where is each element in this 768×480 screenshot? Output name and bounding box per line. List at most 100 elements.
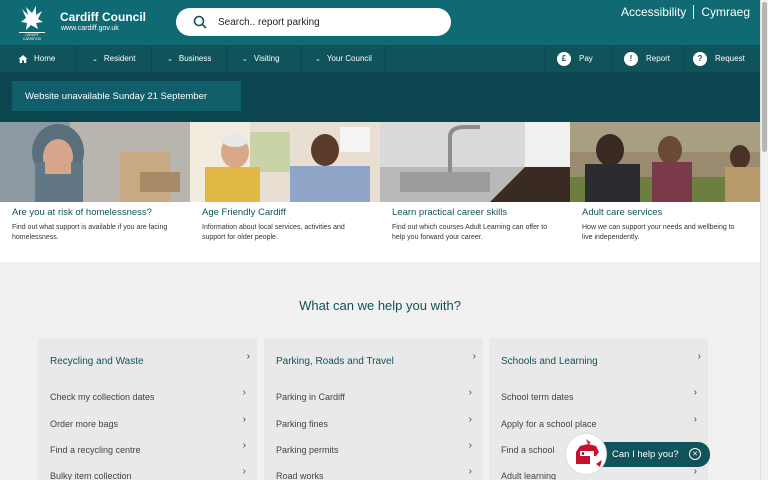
feature-image-homelessness[interactable] (0, 122, 190, 202)
card-link-label: Parking in Cardiff (276, 392, 345, 402)
dragon-mascot-icon[interactable] (565, 433, 607, 475)
cymraeg-link[interactable]: Cymraeg (701, 5, 750, 19)
feature-image-adult-care[interactable] (570, 122, 760, 202)
feature-title[interactable]: Are you at risk of homelessness? (12, 207, 192, 218)
card-link-label: Apply for a school place (501, 419, 597, 429)
nav-visiting[interactable]: ⌄ Visiting (242, 45, 280, 72)
feature-title[interactable]: Age Friendly Cardiff (202, 207, 382, 218)
feature-career-skills[interactable]: Learn practical career skills Find out w… (380, 122, 570, 262)
chevron-right-icon: › (242, 387, 246, 398)
nav-your-council-label: Your Council (326, 54, 372, 63)
nav-divider (76, 45, 77, 72)
chevron-right-icon: › (472, 351, 476, 362)
feature-description: Find out which courses Adult Learning ca… (392, 224, 548, 241)
chevron-right-icon: › (697, 351, 701, 362)
card-link-label: Bulky item collection (50, 471, 132, 480)
feature-description: Information about local services, activi… (202, 224, 345, 241)
card-link[interactable]: School term dates › (501, 387, 697, 402)
card-link-label: School term dates (501, 392, 574, 402)
alert-band: Website unavailable Sunday 21 September (0, 72, 760, 122)
chevron-down-icon: ⌄ (92, 55, 98, 63)
card-link-label: Check my collection dates (50, 392, 155, 402)
nav-divider (385, 45, 386, 72)
language-links: Accessibility Cymraeg (621, 5, 750, 19)
card-link-label: Find a recycling centre (50, 445, 141, 455)
card-parking-roads: Parking, Roads and Travel › Parking in C… (264, 338, 483, 480)
nav-divider (545, 45, 546, 72)
accessibility-link[interactable]: Accessibility (621, 5, 686, 19)
nav-request-label: Request (715, 54, 745, 63)
scrollbar-thumb[interactable] (762, 2, 767, 152)
card-link[interactable]: Bulky item collection › (50, 466, 246, 480)
divider (693, 5, 695, 19)
nav-resident-label: Resident (103, 54, 136, 63)
nav-pay[interactable]: £ Pay (557, 45, 593, 72)
card-link-label: Road works (276, 471, 324, 480)
card-link[interactable]: Find a recycling centre › (50, 440, 246, 455)
chevron-right-icon: › (468, 387, 472, 398)
pound-icon: £ (557, 51, 571, 66)
card-heading-link[interactable]: Recycling and Waste › (50, 351, 250, 367)
page-scrollbar[interactable] (760, 0, 768, 480)
card-link-label: Order more bags (50, 419, 119, 429)
chevron-right-icon: › (242, 414, 246, 425)
chevron-right-icon: › (693, 414, 697, 425)
chevron-right-icon: › (693, 387, 697, 398)
card-recycling-waste: Recycling and Waste › Check my collectio… (38, 338, 257, 480)
card-link[interactable]: Apply for a school place › (501, 414, 697, 429)
nav-business-label: Business (178, 54, 212, 63)
nav-divider (684, 45, 685, 72)
search-input[interactable] (218, 14, 438, 30)
card-link[interactable]: Order more bags › (50, 414, 246, 429)
chevron-right-icon: › (242, 466, 246, 477)
card-heading-link[interactable]: Schools and Learning › (501, 351, 701, 367)
card-link[interactable]: Parking in Cardiff › (276, 387, 472, 402)
nav-your-council[interactable]: ⌄ Your Council (315, 45, 372, 72)
help-heading: What can we help you with? (299, 298, 461, 313)
chevron-down-icon: ⌄ (315, 55, 321, 63)
card-link[interactable]: Parking fines › (276, 414, 472, 429)
chevron-right-icon: › (242, 440, 246, 451)
alert-message[interactable]: Website unavailable Sunday 21 September (12, 81, 241, 111)
chat-label: Can I help you? (612, 449, 679, 460)
card-link[interactable]: Road works › (276, 466, 472, 480)
nav-resident[interactable]: ⌄ Resident (92, 45, 135, 72)
chevron-right-icon: › (693, 466, 697, 477)
card-heading-link[interactable]: Parking, Roads and Travel › (276, 351, 476, 367)
home-icon (18, 54, 28, 63)
feature-age-friendly[interactable]: Age Friendly Cardiff Information about l… (190, 122, 380, 262)
feature-homelessness[interactable]: Are you at risk of homelessness? Find ou… (0, 122, 190, 262)
nav-request[interactable]: ? Request (693, 45, 745, 72)
chevron-down-icon: ⌄ (242, 55, 248, 63)
chevron-right-icon: › (468, 466, 472, 477)
nav-divider (226, 45, 227, 72)
feature-image-career-skills[interactable] (380, 122, 570, 202)
close-icon[interactable]: ✕ (689, 448, 701, 460)
card-link-label: Adult learning (501, 471, 557, 480)
feature-image-age-friendly[interactable] (190, 122, 380, 202)
card-link-label: Parking fines (276, 419, 329, 429)
search-icon[interactable] (192, 14, 208, 30)
feature-title[interactable]: Learn practical career skills (392, 207, 572, 218)
question-icon: ? (693, 51, 707, 66)
cardiff-council-logo[interactable]: CARDIFF CAERDYDD (16, 5, 48, 41)
nav-report[interactable]: ! Report (624, 45, 670, 72)
site-url[interactable]: www.cardiff.gov.uk (61, 25, 119, 32)
feature-title[interactable]: Adult care services (582, 207, 762, 218)
search-box[interactable] (176, 8, 451, 36)
nav-home[interactable]: Home (18, 45, 55, 72)
svg-text:CAERDYDD: CAERDYDD (23, 37, 42, 41)
chevron-down-icon: ⌄ (167, 55, 173, 63)
card-link[interactable]: Parking permits › (276, 440, 472, 455)
site-name[interactable]: Cardiff Council (60, 10, 146, 24)
chevron-right-icon: › (468, 414, 472, 425)
nav-divider (612, 45, 613, 72)
feature-adult-care[interactable]: Adult care services How we can support y… (570, 122, 760, 262)
card-link[interactable]: Check my collection dates › (50, 387, 246, 402)
card-link-label: Parking permits (276, 445, 339, 455)
main-nav: Home ⌄ Resident ⌄ Business ⌄ Visiting ⌄ … (0, 45, 760, 72)
feature-description: Find out what support is available if yo… (12, 224, 168, 241)
nav-divider (151, 45, 152, 72)
chevron-right-icon: › (468, 440, 472, 451)
nav-business[interactable]: ⌄ Business (167, 45, 211, 72)
